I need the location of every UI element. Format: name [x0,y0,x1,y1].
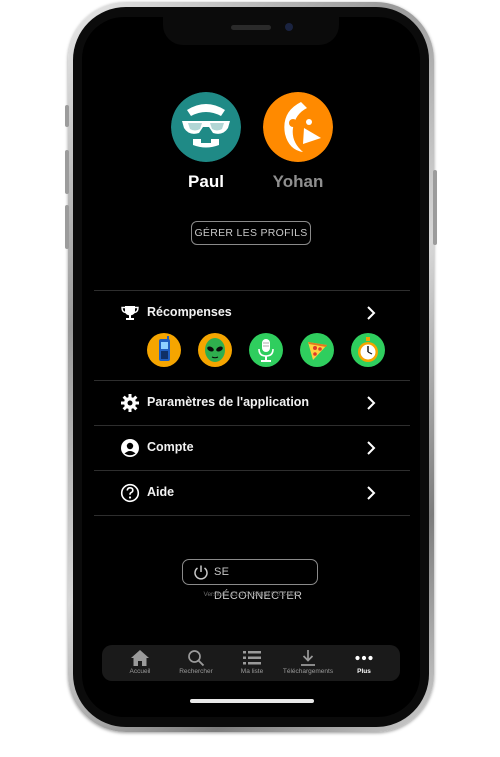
microphone-badge-icon[interactable] [249,333,283,367]
chevron-right-icon [367,486,376,500]
stopwatch-badge-icon[interactable] [351,333,385,367]
logout-label: SE DÉCONNECTER [214,566,303,602]
power-icon [194,565,208,580]
divider [94,515,410,516]
chevron-right-icon [367,441,376,455]
list-icon [243,651,261,665]
power-button [433,170,437,245]
search-icon [188,650,205,667]
rewards-badges [147,333,387,367]
mute-switch [65,105,69,127]
profile-paul[interactable]: Paul [171,92,241,192]
orange-penguin-icon[interactable] [263,92,333,162]
tab-label: Plus [357,668,371,675]
profile-name: Paul [188,172,224,191]
home-indicator [190,699,314,703]
front-camera [285,23,293,31]
download-icon [301,650,315,666]
user-circle-icon [121,439,139,457]
menu-label: Compte [147,440,194,454]
manage-profiles-button[interactable]: GÉRER LES PROFILS [191,221,311,245]
phone-badge-icon[interactable] [147,333,181,367]
tab-search[interactable]: Rechercher [166,645,226,681]
gear-icon [121,394,139,412]
menu-label: Paramètres de l'application [147,395,310,409]
pizza-badge-icon[interactable] [300,333,334,367]
menu-item-rewards[interactable]: Récompenses [94,291,410,335]
chevron-right-icon [367,306,376,320]
speaker [231,25,271,30]
profile-yohan[interactable]: Yohan [263,92,333,192]
tab-my-list[interactable]: Ma liste [222,645,282,681]
tab-label: Ma liste [240,668,264,675]
menu-label: Récompenses [147,305,232,319]
menu-item-settings[interactable]: Paramètres de l'application [94,381,410,425]
notch [163,17,339,45]
trophy-icon [121,306,139,320]
bottom-tab-bar: Accueil Rechercher Ma liste Téléchargeme… [102,645,400,681]
tab-home[interactable]: Accueil [110,645,170,681]
logout-button[interactable]: SE DÉCONNECTER [182,559,318,602]
volume-down-button [65,205,69,249]
home-icon [131,650,149,666]
chevron-right-icon [367,396,376,410]
menu-item-help[interactable]: Aide [94,471,410,515]
more-icon [355,655,373,661]
version-text: Version : 13.0.0 (3082) 5.0.2-002 [203,591,299,598]
volume-up-button [65,150,69,194]
tab-label: Rechercher [179,668,213,675]
tab-label: Accueil [129,668,151,675]
screen: Paul Yohan GÉRER LES PROFILS Récompenses [82,17,420,717]
menu-label: Aide [147,485,175,499]
alien-badge-icon[interactable] [198,333,232,367]
tab-downloads[interactable]: Téléchargements [278,645,338,681]
tab-label: Téléchargements [282,668,334,675]
sunglasses-face-icon[interactable] [171,92,241,162]
menu-item-account[interactable]: Compte [94,426,410,470]
profile-name: Yohan [272,172,324,191]
help-icon [120,483,140,503]
tab-more[interactable]: Plus [334,645,394,681]
